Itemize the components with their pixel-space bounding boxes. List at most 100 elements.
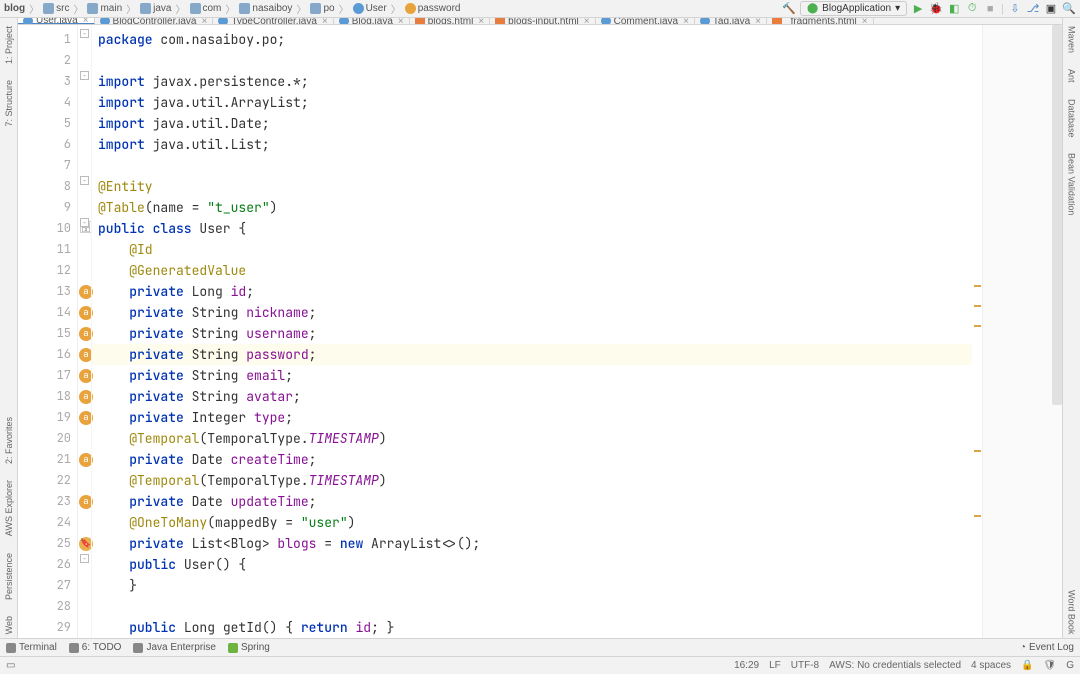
editor-tab[interactable]: TypeController.java×	[213, 18, 333, 24]
rail-word-book[interactable]: Word Book	[1067, 586, 1077, 638]
status-message-icon[interactable]: ▭	[6, 660, 15, 671]
warning-marker[interactable]	[974, 450, 981, 452]
run-config-selector[interactable]: ⬤ BlogApplication ▾	[800, 1, 907, 16]
close-icon[interactable]: ×	[322, 18, 328, 25]
todo-tool[interactable]: 6: TODO	[69, 642, 122, 653]
rail-favorites[interactable]: 2: Favorites	[4, 413, 14, 468]
line-number[interactable]: 28	[18, 596, 77, 617]
rail-aws[interactable]: AWS Explorer	[4, 476, 14, 540]
code-line[interactable]: private String nickname;	[92, 302, 972, 323]
breadcrumb-root[interactable]: blog	[4, 3, 25, 14]
profile-icon[interactable]: ⏱	[965, 2, 979, 16]
line-number[interactable]: 10🗄	[18, 218, 77, 239]
line-number[interactable]: 15a	[18, 323, 77, 344]
code-line[interactable]: public User() {	[92, 554, 972, 575]
warning-marker[interactable]	[974, 305, 981, 307]
line-number[interactable]: 29	[18, 617, 77, 638]
marker-stripe[interactable]	[972, 25, 982, 638]
search-icon[interactable]: 🔍	[1062, 2, 1076, 16]
close-icon[interactable]: ×	[862, 18, 868, 25]
line-number[interactable]: 21a	[18, 449, 77, 470]
line-number[interactable]: 17a	[18, 365, 77, 386]
code-line[interactable]: import java.util.Date;	[92, 113, 972, 134]
code-line[interactable]: }	[92, 575, 972, 596]
code-line[interactable]: private Date createTime;	[92, 449, 972, 470]
code-line[interactable]	[92, 155, 972, 176]
event-log-tool[interactable]: ◔Event Log	[1020, 642, 1074, 653]
git-branch-icon[interactable]: ⎇	[1026, 2, 1040, 16]
code-line[interactable]: @Table(name = "t_user")	[92, 197, 972, 218]
line-number[interactable]: 27	[18, 575, 77, 596]
code-line[interactable]: import java.util.ArrayList;	[92, 92, 972, 113]
build-icon[interactable]: 🔨	[782, 2, 796, 16]
memory-indicator-icon[interactable]: G	[1066, 660, 1074, 671]
line-number[interactable]: 26	[18, 554, 77, 575]
coverage-icon[interactable]: ◧	[947, 2, 961, 16]
code-line[interactable]: private String username;	[92, 323, 972, 344]
editor-tab[interactable]: Tag.java×	[695, 18, 767, 24]
code-editor[interactable]: package com.nasaiboy.po; import javax.per…	[92, 25, 972, 638]
line-number[interactable]: 14a	[18, 302, 77, 323]
breadcrumb-item[interactable]: com	[190, 3, 222, 14]
code-line[interactable]: @OneToMany(mappedBy = "user")	[92, 512, 972, 533]
rail-ant[interactable]: Ant	[1067, 65, 1077, 87]
editor-tab[interactable]: blogs-input.html×	[490, 18, 595, 24]
code-line[interactable]: @Temporal(TemporalType.TIMESTAMP)	[92, 428, 972, 449]
line-number[interactable]: 23a	[18, 491, 77, 512]
line-ending[interactable]: LF	[769, 660, 781, 671]
cursor-position[interactable]: 16:29	[734, 660, 759, 671]
warning-marker[interactable]	[974, 515, 981, 517]
line-number[interactable]: 8	[18, 176, 77, 197]
code-line[interactable]: package com.nasaiboy.po;	[92, 29, 972, 50]
breadcrumb-item[interactable]: java	[140, 3, 171, 14]
readonly-lock-icon[interactable]: 🔒	[1021, 660, 1033, 671]
rail-maven[interactable]: Maven	[1067, 22, 1077, 57]
rail-database[interactable]: Database	[1067, 95, 1077, 142]
fold-toggle-icon[interactable]: -	[80, 71, 89, 80]
code-line[interactable]: private String password;	[92, 344, 972, 365]
code-line[interactable]: public class User {	[92, 218, 972, 239]
editor-tab[interactable]: BlogController.java×	[95, 18, 214, 24]
line-number[interactable]: 12	[18, 260, 77, 281]
editor-tab[interactable]: _fragments.html×	[767, 18, 874, 24]
code-line[interactable]: private Date updateTime;	[92, 491, 972, 512]
line-number[interactable]: 6	[18, 134, 77, 155]
fold-toggle-icon[interactable]: -	[80, 218, 89, 227]
line-number[interactable]: 18a	[18, 386, 77, 407]
code-line[interactable]: private Integer type;	[92, 407, 972, 428]
javaee-tool[interactable]: Java Enterprise	[133, 642, 215, 653]
spring-tool[interactable]: Spring	[228, 642, 270, 653]
line-number[interactable]: 2	[18, 50, 77, 71]
fold-toggle-icon[interactable]: -	[80, 29, 89, 38]
minimap[interactable]	[982, 25, 1062, 638]
terminal-tool[interactable]: Terminal	[6, 642, 57, 653]
indent-setting[interactable]: 4 spaces	[971, 660, 1011, 671]
close-icon[interactable]: ×	[755, 18, 761, 25]
editor-tab[interactable]: Comment.java×	[596, 18, 695, 24]
close-icon[interactable]: ×	[584, 18, 590, 25]
rail-project[interactable]: 1: Project	[4, 22, 14, 68]
line-number[interactable]: 9	[18, 197, 77, 218]
rail-bean-validation[interactable]: Bean Validation	[1067, 149, 1077, 219]
code-line[interactable]: @Id	[92, 239, 972, 260]
code-line[interactable]: private List<Blog> blogs = new ArrayList…	[92, 533, 972, 554]
open-file-icon[interactable]: ▣	[1044, 2, 1058, 16]
breadcrumb-class[interactable]: User	[353, 3, 387, 14]
line-number[interactable]: 4	[18, 92, 77, 113]
close-icon[interactable]: ×	[478, 18, 484, 25]
line-number[interactable]: 3	[18, 71, 77, 92]
code-line[interactable]: private Long id;	[92, 281, 972, 302]
breadcrumb-item[interactable]: src	[43, 3, 69, 14]
close-icon[interactable]: ×	[398, 18, 404, 25]
rail-persistence[interactable]: Persistence	[4, 549, 14, 604]
rail-web[interactable]: Web	[4, 612, 14, 638]
code-line[interactable]: private String avatar;	[92, 386, 972, 407]
line-number[interactable]: 11	[18, 239, 77, 260]
close-icon[interactable]: ×	[201, 18, 207, 25]
aws-status[interactable]: AWS: No credentials selected	[829, 660, 961, 671]
run-icon[interactable]: ▶	[911, 2, 925, 16]
stop-icon[interactable]: ■	[983, 2, 997, 16]
breadcrumb-item[interactable]: main	[87, 3, 122, 14]
warning-marker[interactable]	[974, 285, 981, 287]
code-line[interactable]: import javax.persistence.*;	[92, 71, 972, 92]
